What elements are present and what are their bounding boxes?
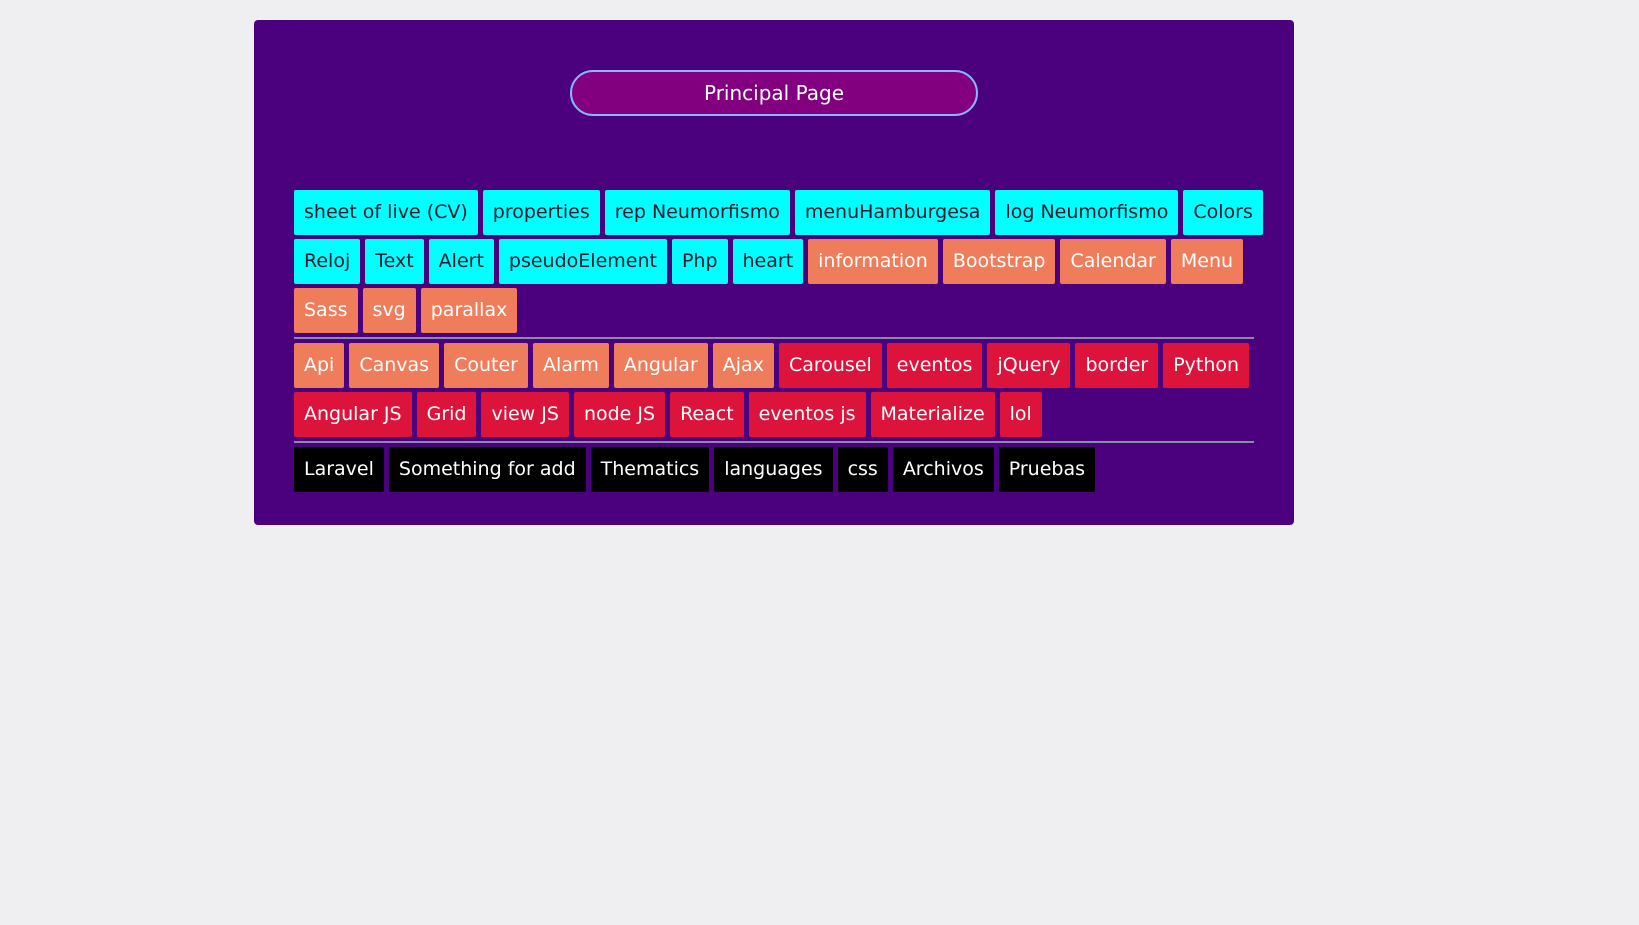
link-php[interactable]: Php (671, 239, 728, 284)
section-2: Api Canvas Couter Alarm Angular Ajax Carousel e… (294, 343, 1254, 437)
divider (294, 337, 1254, 339)
link-sass[interactable]: Sass (294, 288, 358, 333)
link-heart[interactable]: heart (732, 239, 804, 284)
link-text[interactable]: Text (365, 239, 424, 284)
link-properties[interactable]: properties (482, 190, 600, 235)
link-pruebas[interactable]: Pruebas (998, 447, 1096, 492)
principal-page-button[interactable]: Principal Page (570, 70, 978, 116)
link-colors[interactable]: Colors (1183, 190, 1263, 235)
link-bootstrap[interactable]: Bootstrap (942, 239, 1056, 284)
link-lol[interactable]: lol (999, 392, 1042, 437)
link-archivos[interactable]: Archivos (892, 447, 994, 492)
link-list: sheet of live (CV) properties rep Neumorfi… (294, 190, 1263, 496)
link-couter[interactable]: Couter (444, 343, 528, 388)
link-row: Angular JS Grid view JS node JS React eventos… (294, 392, 1254, 437)
divider (294, 441, 1254, 443)
link-api[interactable]: Api (294, 343, 345, 388)
link-eventos[interactable]: eventos (886, 343, 983, 388)
link-jquery[interactable]: jQuery (987, 343, 1071, 388)
link-rep-neumorfismo[interactable]: rep Neumorfismo (604, 190, 790, 235)
link-react[interactable]: React (670, 392, 744, 437)
link-angular-js[interactable]: Angular JS (294, 392, 412, 437)
link-eventos-js[interactable]: eventos js (748, 392, 866, 437)
link-view-js[interactable]: view JS (481, 392, 569, 437)
link-css[interactable]: css (837, 447, 888, 492)
link-carousel[interactable]: Carousel (778, 343, 882, 388)
link-canvas[interactable]: Canvas (349, 343, 440, 388)
link-something-for-add[interactable]: Something for add (388, 447, 586, 492)
link-menu[interactable]: Menu (1170, 239, 1244, 284)
link-grid[interactable]: Grid (416, 392, 477, 437)
link-log-neumorfismo[interactable]: log Neumorfismo (995, 190, 1179, 235)
link-angular[interactable]: Angular (613, 343, 708, 388)
link-alert[interactable]: Alert (428, 239, 494, 284)
link-row: Api Canvas Couter Alarm Angular Ajax Carousel e… (294, 343, 1254, 388)
link-alarm[interactable]: Alarm (532, 343, 609, 388)
link-row: Laravel Something for add Thematics languag… (294, 447, 1254, 492)
link-menuhamburgesa[interactable]: menuHamburgesa (794, 190, 991, 235)
link-information[interactable]: information (808, 239, 938, 284)
link-python[interactable]: Python (1163, 343, 1250, 388)
link-pseudoelement[interactable]: pseudoElement (498, 239, 667, 284)
link-calendar[interactable]: Calendar (1060, 239, 1166, 284)
link-reloj[interactable]: Reloj (294, 239, 361, 284)
link-border[interactable]: border (1075, 343, 1159, 388)
link-row: Sass svg parallax (294, 288, 1254, 333)
link-parallax[interactable]: parallax (420, 288, 518, 333)
link-row: Reloj Text Alert pseudoElement Php heart infor… (294, 239, 1254, 284)
link-materialize[interactable]: Materialize (870, 392, 995, 437)
link-thematics[interactable]: Thematics (590, 447, 710, 492)
section-3: Laravel Something for add Thematics languag… (294, 447, 1254, 492)
link-ajax[interactable]: Ajax (712, 343, 774, 388)
link-languages[interactable]: languages (714, 447, 833, 492)
main-panel: Principal Page sheet of live (CV) propert… (254, 20, 1294, 525)
link-sheet-of-live-cv[interactable]: sheet of live (CV) (294, 190, 478, 235)
section-1: sheet of live (CV) properties rep Neumorfi… (294, 190, 1263, 333)
link-laravel[interactable]: Laravel (294, 447, 384, 492)
link-node-js[interactable]: node JS (573, 392, 666, 437)
link-svg[interactable]: svg (362, 288, 416, 333)
link-row: sheet of live (CV) properties rep Neumorfi… (294, 190, 1263, 235)
